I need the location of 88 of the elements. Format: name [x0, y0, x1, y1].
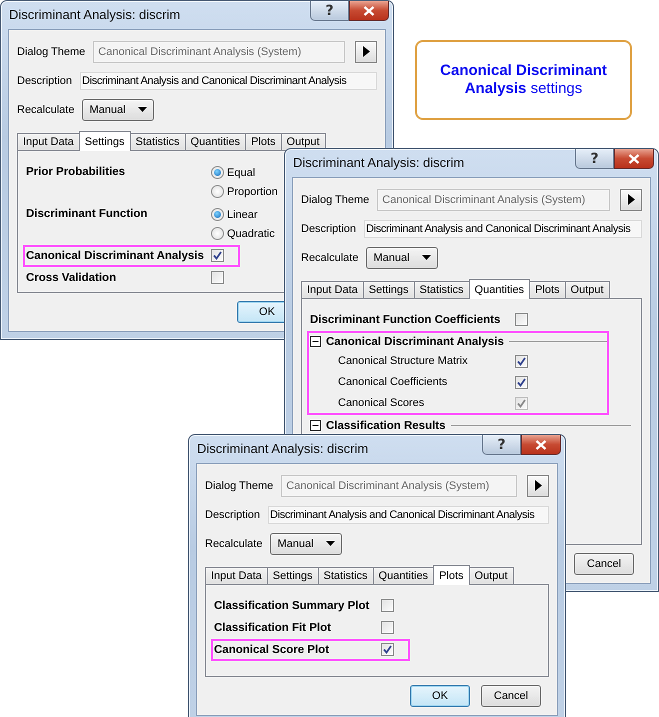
tab[interactable]: Statistics — [414, 281, 470, 299]
option-label: Canonical Score Plot — [214, 643, 330, 658]
tab[interactable]: Output — [564, 281, 610, 299]
dialog-button[interactable]: Cancel — [481, 685, 541, 707]
tab[interactable]: Input Data — [301, 281, 364, 299]
option-label: Canonical Scores — [338, 396, 426, 408]
dialog-button[interactable]: Cancel — [574, 553, 634, 575]
close-icon — [628, 154, 640, 164]
field-label: Recalculate — [301, 252, 358, 264]
tab[interactable]: Plots — [529, 281, 566, 299]
checkbox[interactable] — [515, 376, 528, 389]
tab[interactable]: Plots — [433, 565, 470, 585]
help-button[interactable]: ? — [310, 1, 349, 21]
tab[interactable]: Input Data — [205, 567, 268, 585]
triangle-icon — [628, 194, 634, 205]
tab[interactable]: Settings — [362, 281, 415, 299]
tab[interactable]: Settings — [266, 567, 319, 585]
checkbox[interactable] — [515, 313, 528, 326]
tab[interactable]: Input Data — [17, 133, 80, 151]
tab[interactable]: Output — [468, 567, 514, 585]
description-field[interactable]: Discriminant Analysis and Canonical Discriminant Analysis — [268, 506, 549, 524]
triangle-icon — [362, 46, 370, 57]
checkbox[interactable] — [515, 355, 528, 368]
caret-icon — [138, 107, 148, 112]
checkbox[interactable] — [381, 643, 394, 656]
dialog-button[interactable]: OK — [410, 685, 470, 707]
checkbox[interactable] — [381, 599, 394, 612]
field-label: Description — [301, 222, 356, 234]
field-label: Dialog Theme — [17, 46, 86, 58]
close-icon — [363, 6, 375, 16]
collapse-icon[interactable] — [310, 420, 321, 431]
window-title: Discriminant Analysis: discrim — [9, 6, 180, 24]
close-button[interactable] — [521, 435, 561, 455]
radio-label: Linear — [227, 208, 258, 220]
radio-label: Quadratic — [227, 228, 275, 240]
description-field[interactable]: Discriminant Analysis and Canonical Discriminant Analysis — [364, 220, 642, 238]
option-label: Discriminant Function — [26, 207, 148, 222]
tab[interactable]: Quantities — [184, 133, 246, 151]
theme-menu-button[interactable] — [355, 40, 377, 62]
checkbox[interactable] — [211, 249, 224, 262]
close-button[interactable] — [349, 1, 389, 21]
option-label: Discriminant Function Coefficients — [310, 313, 502, 328]
recalculate-dropdown[interactable]: Manual — [82, 98, 154, 120]
field-label: Dialog Theme — [301, 194, 370, 206]
field-label: Description — [205, 508, 260, 520]
option-label: Canonical Discriminant Analysis — [26, 249, 205, 264]
group-heading: Classification Results — [326, 418, 446, 434]
radio-button[interactable] — [211, 208, 224, 221]
theme-menu-button[interactable] — [527, 474, 549, 496]
option-label: Classification Fit Plot — [214, 621, 332, 636]
group-heading: Canonical Discriminant Analysis — [326, 334, 504, 350]
option-label: Cross Validation — [26, 271, 118, 286]
help-button[interactable]: ? — [482, 435, 521, 455]
option-label: Classification Summary Plot — [214, 599, 370, 614]
close-button[interactable] — [614, 149, 654, 169]
radio-button[interactable] — [211, 185, 224, 198]
callout-note: Canonical Discriminant Analysis settings — [415, 40, 632, 120]
tab[interactable]: Settings — [78, 131, 131, 151]
field-label: Dialog Theme — [205, 480, 274, 492]
radio-button[interactable] — [211, 227, 224, 240]
window-title: Discriminant Analysis: discrim — [293, 154, 464, 172]
checkbox[interactable] — [381, 621, 394, 634]
tab[interactable]: Quantities — [468, 279, 530, 299]
recalculate-dropdown[interactable]: Manual — [366, 246, 438, 268]
tab[interactable]: Plots — [245, 133, 282, 151]
collapse-icon[interactable] — [310, 336, 321, 347]
tab[interactable]: Statistics — [318, 567, 374, 585]
triangle-icon — [534, 480, 542, 491]
window-title: Discriminant Analysis: discrim — [197, 440, 368, 458]
field-label: Description — [17, 74, 72, 86]
option-label: Canonical Coefficients — [338, 376, 448, 388]
close-icon — [535, 440, 547, 450]
caret-icon — [326, 541, 336, 546]
radio-label: Proportion — [227, 186, 278, 198]
description-field[interactable]: Discriminant Analysis and Canonical Discriminant Analysis — [80, 72, 377, 90]
radio-button[interactable] — [211, 166, 224, 179]
tab[interactable]: Quantities — [372, 567, 434, 585]
caret-icon — [422, 255, 432, 260]
recalculate-dropdown[interactable]: Manual — [270, 532, 342, 554]
theme-menu-button[interactable] — [620, 188, 642, 210]
option-label: Canonical Structure Matrix — [338, 354, 469, 366]
help-button[interactable]: ? — [575, 149, 614, 169]
tab[interactable]: Statistics — [130, 133, 186, 151]
option-label: Prior Probabilities — [26, 165, 126, 180]
field-label: Recalculate — [17, 104, 74, 116]
checkbox[interactable] — [211, 271, 224, 284]
radio-label: Equal — [227, 166, 256, 178]
field-label: Recalculate — [205, 538, 262, 550]
